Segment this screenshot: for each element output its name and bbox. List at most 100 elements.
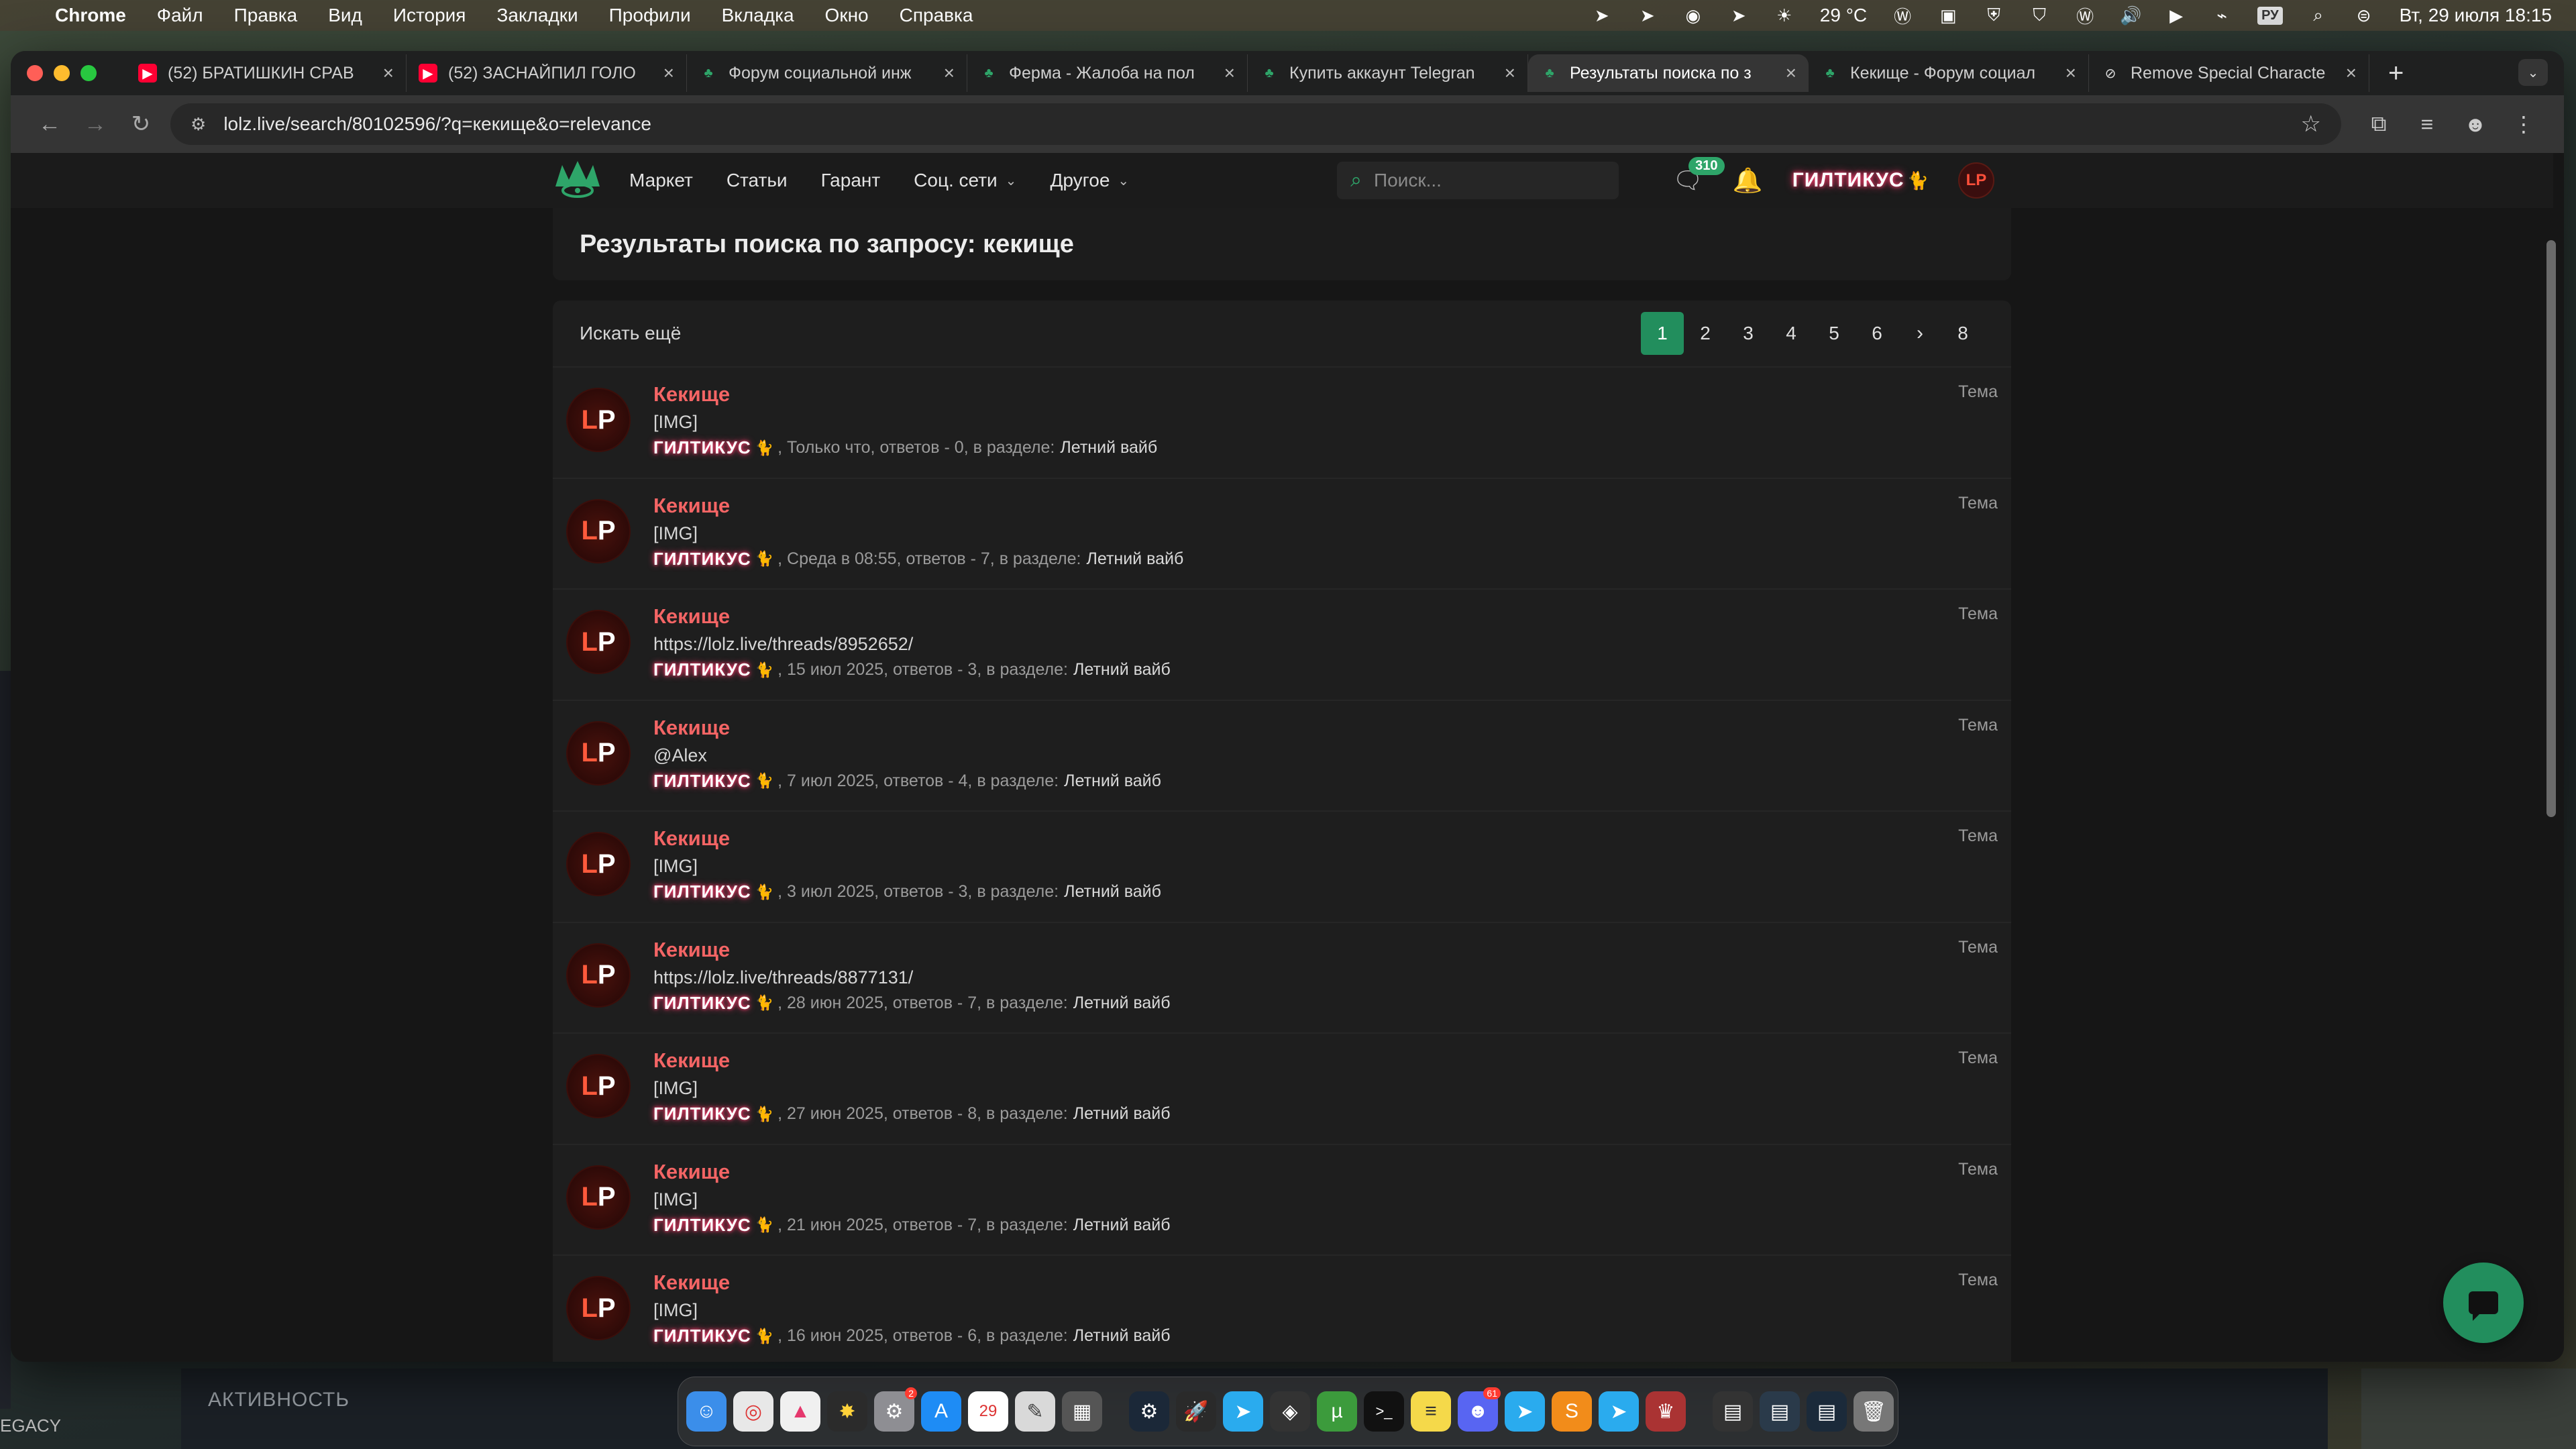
nav-articles[interactable]: Статьи <box>727 170 788 191</box>
menu-profiles[interactable]: Профили <box>609 5 691 26</box>
list-item[interactable]: LP Кекище [IMG] ГИЛТИКУС 🐈 , Среда в 08:… <box>553 479 2011 590</box>
search-more-link[interactable]: Искать ещё <box>580 323 681 344</box>
menu-bookmarks[interactable]: Закладки <box>496 5 578 26</box>
minimized-window-icon[interactable]: ▤ <box>1760 1391 1800 1432</box>
result-title[interactable]: Кекище <box>653 604 730 629</box>
control-center-icon[interactable]: ⊜ <box>2354 5 2374 25</box>
telegram-icon[interactable]: ➤ <box>1223 1391 1263 1432</box>
browser-tab[interactable]: ▶ (52) БРАТИШКИН СРАВ × <box>126 54 407 92</box>
input-language[interactable]: РУ <box>2257 6 2283 25</box>
close-window-button[interactable] <box>27 65 43 81</box>
menu-help[interactable]: Справка <box>900 5 973 26</box>
result-author[interactable]: ГИЛТИКУС <box>653 993 751 1014</box>
close-tab-icon[interactable]: × <box>1224 62 1235 84</box>
close-tab-icon[interactable]: × <box>944 62 955 84</box>
page-1[interactable]: 1 <box>1641 312 1684 355</box>
result-section-link[interactable]: Летний вайб <box>1073 1326 1171 1346</box>
media-controls-icon[interactable]: ≡ <box>2403 112 2451 137</box>
app-store-icon[interactable]: A <box>921 1391 961 1432</box>
minimized-window-icon[interactable]: ▤ <box>1713 1391 1753 1432</box>
browser-tab[interactable]: ▶ (52) ЗАСНАЙПИЛ ГОЛО × <box>407 54 687 92</box>
telegram-icon[interactable]: ➤ <box>1599 1391 1639 1432</box>
site-search-input[interactable] <box>1373 170 1589 191</box>
chat-button[interactable] <box>2443 1263 2524 1343</box>
list-item[interactable]: LP Кекище https://lolz.live/threads/8877… <box>553 923 2011 1034</box>
avatar[interactable]: LP <box>566 388 631 452</box>
page-3[interactable]: 3 <box>1727 312 1770 355</box>
reload-icon[interactable]: ↻ <box>118 111 164 138</box>
avatar[interactable]: LP <box>566 610 631 674</box>
avatar[interactable]: LP <box>566 832 631 896</box>
page-8[interactable]: 8 <box>1941 312 1984 355</box>
menu-history[interactable]: История <box>393 5 466 26</box>
result-author[interactable]: ГИЛТИКУС <box>653 659 751 680</box>
page-scrollbar[interactable] <box>2546 240 2556 817</box>
avatar[interactable]: LP <box>1957 162 1994 199</box>
list-item[interactable]: LP Кекище https://lolz.live/threads/8952… <box>553 590 2011 701</box>
avatar[interactable]: LP <box>566 1276 631 1340</box>
sparkle-icon[interactable]: ✸ <box>827 1391 867 1432</box>
browser-tab[interactable]: ♣ Купить аккаунт Telegran × <box>1248 54 1528 92</box>
site-settings-icon[interactable]: ⚙ <box>191 114 206 135</box>
result-author[interactable]: ГИЛТИКУС <box>653 549 751 570</box>
back-arrow-icon[interactable]: ← <box>27 111 72 138</box>
close-tab-icon[interactable]: × <box>383 62 394 84</box>
vpn-icon[interactable]: ⛨ <box>1984 5 2004 25</box>
menubar-clock[interactable]: Вт, 29 июля 18:15 <box>2400 5 2552 26</box>
result-section-link[interactable]: Летний вайб <box>1073 994 1171 1013</box>
result-title[interactable]: Кекище <box>653 1160 730 1184</box>
result-title[interactable]: Кекище <box>653 826 730 851</box>
avatar[interactable]: LP <box>566 498 631 564</box>
address-bar[interactable]: ⚙ lolz.live/search/80102596/?q=кекище&o=… <box>170 103 2341 145</box>
page-4[interactable]: 4 <box>1770 312 1813 355</box>
result-section-link[interactable]: Летний вайб <box>1073 660 1171 680</box>
browser-tab-active[interactable]: ♣ Результаты поиска по з × <box>1528 54 1809 92</box>
result-author[interactable]: ГИЛТИКУС <box>653 437 751 458</box>
terminal-icon[interactable]: >_ <box>1364 1391 1404 1432</box>
avatar[interactable]: LP <box>566 720 631 786</box>
extensions-icon[interactable]: ⧉ <box>2355 111 2403 137</box>
nav-other[interactable]: Другое ⌄ <box>1050 170 1129 191</box>
avatar[interactable]: LP <box>566 943 631 1008</box>
minimize-window-button[interactable] <box>54 65 70 81</box>
list-item[interactable]: LP Кекище [IMG] ГИЛТИКУС 🐈 , Только что,… <box>553 368 2011 479</box>
menu-edit[interactable]: Правка <box>234 5 298 26</box>
nav-market[interactable]: Маркет <box>629 170 693 191</box>
close-tab-icon[interactable]: × <box>1786 62 1796 84</box>
menu-tab[interactable]: Вкладка <box>722 5 794 26</box>
list-item[interactable]: LP Кекище [IMG] ГИЛТИКУС 🐈 , 16 июн 2025… <box>553 1256 2011 1362</box>
close-tab-icon[interactable]: × <box>1505 62 1515 84</box>
app-badge-icon[interactable]: ▣ <box>1938 5 1958 25</box>
result-author[interactable]: ГИЛТИКУС <box>653 771 751 792</box>
result-title[interactable]: Кекище <box>653 1049 730 1073</box>
browser-tab[interactable]: ♣ Кекище - Форум социал × <box>1809 54 2089 92</box>
result-section-link[interactable]: Летний вайб <box>1064 882 1161 902</box>
profile-icon[interactable]: ☻ <box>2451 112 2500 137</box>
account-menu[interactable]: ГИЛТИКУС 🐈 <box>1792 169 1929 192</box>
telegram-icon[interactable]: ➤ <box>1592 5 1612 25</box>
list-item[interactable]: LP Кекище [IMG] ГИЛТИКУС 🐈 , 3 июл 2025,… <box>553 812 2011 923</box>
pages-icon[interactable]: ✎ <box>1015 1391 1055 1432</box>
result-author[interactable]: ГИЛТИКУС <box>653 1326 751 1346</box>
url-text[interactable]: lolz.live/search/80102596/?q=кекище&o=re… <box>223 113 651 135</box>
notes-icon[interactable]: ≡ <box>1411 1391 1451 1432</box>
page-2[interactable]: 2 <box>1684 312 1727 355</box>
browser-tab[interactable]: ♣ Ферма - Жалоба на пол × <box>967 54 1248 92</box>
finder-icon[interactable]: ☺ <box>686 1391 727 1432</box>
calendar-icon[interactable]: 29 <box>968 1391 1008 1432</box>
launchpad-icon[interactable]: ▦ <box>1062 1391 1102 1432</box>
bell-icon[interactable]: 🔔 <box>1733 166 1763 195</box>
close-tab-icon[interactable]: × <box>663 62 674 84</box>
result-section-link[interactable]: Летний вайб <box>1060 438 1157 458</box>
menu-kebab-icon[interactable]: ⋮ <box>2500 111 2548 137</box>
menu-app-chrome[interactable]: Chrome <box>55 5 126 26</box>
result-title[interactable]: Кекище <box>653 716 730 740</box>
weather-sun-icon[interactable]: ☀ <box>1774 5 1794 25</box>
close-tab-icon[interactable]: × <box>2065 62 2076 84</box>
browser-tab[interactable]: ♣ Форум социальной инж × <box>687 54 967 92</box>
spotlight-search-icon[interactable]: ⌕ <box>2308 5 2328 25</box>
affinity-icon[interactable]: ▲ <box>780 1391 820 1432</box>
lolz-logo-icon[interactable] <box>553 160 602 201</box>
weather-temperature[interactable]: 29 °C <box>1820 5 1867 26</box>
chrome-icon[interactable]: ◎ <box>733 1391 773 1432</box>
